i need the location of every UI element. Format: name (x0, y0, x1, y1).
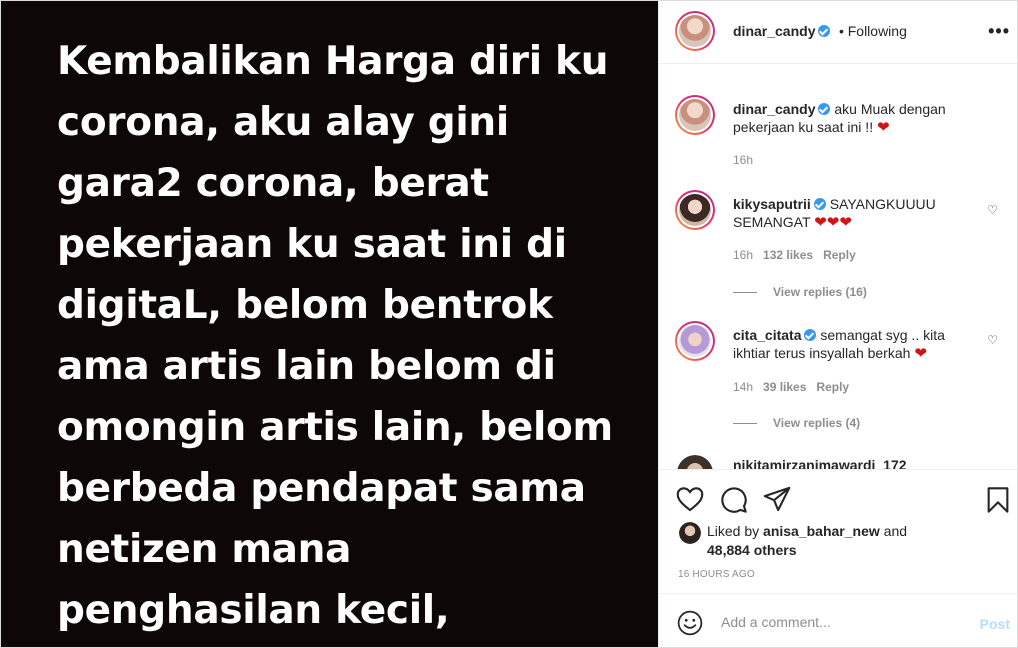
post-side-panel: dinar_candy • Following ••• dinar_candy … (658, 1, 1017, 647)
caption-username[interactable]: dinar_candy (733, 101, 815, 117)
post-text-line: omongin artis lain, belom (57, 405, 613, 450)
reply-button[interactable]: Reply (816, 380, 849, 394)
view-replies-button[interactable]: View replies (4) (733, 416, 860, 430)
comment-username[interactable]: cita_citata (733, 327, 801, 343)
comment-body: SEMANGAT (733, 214, 811, 230)
caption-avatar[interactable] (675, 95, 715, 135)
emoji-icon[interactable] (677, 610, 703, 636)
post-text-line: netizen mana (57, 527, 352, 572)
post-text-line: corona, aku alay gini (57, 100, 509, 145)
post-text-line: ama artis lain belom di (57, 344, 556, 389)
instagram-post-window: Kembalikan Harga diri ku corona, aku ala… (0, 0, 1018, 648)
caption-time[interactable]: 16h (733, 153, 753, 167)
red-heart-icon: ❤ (914, 345, 927, 362)
post-header: dinar_candy • Following ••• (659, 1, 1017, 64)
comment-text: cita_citata semangat syg .. kita ikhtiar… (733, 326, 993, 363)
commenter-avatar[interactable] (675, 321, 715, 361)
comment-meta: 14h 39 likes Reply (733, 380, 849, 394)
comment-likes[interactable]: 39 likes (763, 380, 806, 394)
comment-meta: 16h 132 likes Reply (733, 248, 856, 262)
comment-username[interactable]: nikitamirzanimawardi_172 (733, 457, 907, 469)
heart-like-icon[interactable] (676, 486, 704, 512)
caption-body: pekerjaan ku saat ini !! (733, 119, 874, 135)
comment-body: SAYANGKUUUU (829, 196, 936, 212)
comment-body: semangat syg .. kita (820, 327, 945, 343)
view-replies-label: View replies (16) (773, 285, 867, 299)
liked-by-conj: and (883, 523, 908, 539)
comment-text: nikitamirzanimawardi_172 (733, 456, 907, 469)
red-heart-icon: ❤ (876, 119, 890, 136)
share-icon[interactable] (763, 486, 791, 512)
post-text-line: gara2 corona, berat (57, 161, 489, 206)
commenter-avatar[interactable] (675, 190, 715, 230)
bookmark-icon[interactable] (985, 486, 1011, 514)
post-image[interactable]: Kembalikan Harga diri ku corona, aku ala… (1, 1, 658, 647)
liked-by-text: Liked by anisa_bahar_new and 48,884 othe… (707, 522, 907, 560)
comment-time[interactable]: 14h (733, 380, 753, 394)
post-text-line: pekerjaan ku saat ini di (57, 222, 567, 267)
view-replies-label: View replies (4) (773, 416, 861, 430)
post-text-line: penghasilan kecil, (57, 588, 450, 633)
comment-text: kikysaputrii SAYANGKUUUU SEMANGAT ❤❤❤ (733, 195, 983, 232)
red-heart-icon: ❤ (814, 214, 827, 231)
post-actions: Liked by anisa_bahar_new and 48,884 othe… (659, 469, 1017, 591)
red-heart-icon: ❤ (826, 214, 840, 231)
liker-avatar[interactable] (679, 522, 701, 544)
like-comment-heart-icon[interactable]: ♡ (987, 203, 998, 217)
verified-badge-icon (813, 198, 826, 210)
commenter-avatar[interactable] (677, 455, 713, 469)
comment-input[interactable]: Add a comment... (721, 614, 831, 630)
post-image-text: Kembalikan Harga diri ku corona, aku ala… (57, 31, 637, 641)
comment-icon[interactable] (720, 486, 748, 514)
following-status[interactable]: • Following (839, 23, 907, 39)
reply-button[interactable]: Reply (823, 248, 856, 262)
comments-list[interactable]: dinar_candy aku Muak dengan pekerjaan ku… (659, 65, 1017, 469)
verified-badge-icon (818, 25, 831, 37)
divider (733, 292, 757, 294)
posted-time[interactable]: 16 HOURS AGO (678, 569, 755, 580)
author-username[interactable]: dinar_candy (733, 23, 815, 39)
more-horizontal-icon[interactable]: ••• (988, 21, 1010, 42)
author-avatar[interactable] (675, 11, 715, 51)
caption-body: aku Muak dengan (834, 101, 946, 117)
post-text-line: berbeda pendapat sama (57, 466, 586, 511)
comment-body: ikhtiar terus insyallah berkah (733, 345, 911, 361)
view-replies-button[interactable]: View replies (16) (733, 285, 867, 299)
post-comment-button[interactable]: Post (980, 616, 1010, 632)
post-text-line: Kembalikan Harga diri ku (57, 39, 609, 84)
comment-likes[interactable]: 132 likes (763, 248, 813, 262)
verified-badge-icon (818, 103, 831, 115)
verified-badge-icon (804, 329, 817, 341)
comment-username[interactable]: kikysaputrii (733, 196, 811, 212)
liked-by-prefix: Liked by (707, 523, 760, 539)
like-comment-heart-icon[interactable]: ♡ (987, 333, 998, 347)
comment-time[interactable]: 16h (733, 248, 753, 262)
add-comment-bar: Add a comment... Post (659, 593, 1017, 647)
likes-count[interactable]: 48,884 others (707, 542, 797, 558)
caption-text: dinar_candy aku Muak dengan pekerjaan ku… (733, 100, 993, 137)
post-text-line: digitaL, belom bentrok (57, 283, 553, 328)
divider (733, 423, 757, 425)
red-heart-icon: ❤ (839, 214, 852, 231)
liked-by-user[interactable]: anisa_bahar_new (763, 523, 880, 539)
